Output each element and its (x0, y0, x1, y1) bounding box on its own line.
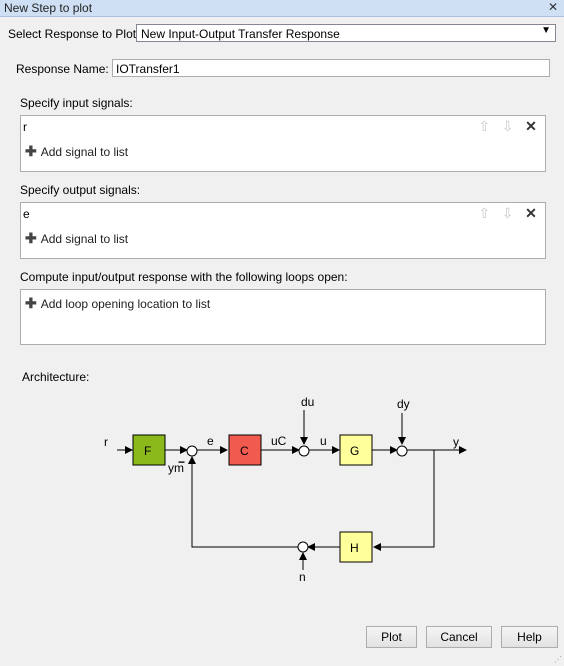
block-g-label: G (350, 444, 359, 458)
signal-y-label: y (453, 435, 459, 449)
sum-junction-3 (396, 445, 408, 457)
resize-grip-icon[interactable]: ⋰ (554, 655, 562, 664)
signal-du-label: du (301, 395, 314, 409)
sum-junction-4 (297, 541, 309, 553)
block-h-label: H (350, 541, 359, 555)
signal-e-label: e (207, 434, 214, 448)
signal-uc-label: uC (271, 434, 287, 448)
architecture-diagram: F C G H r e ym − uC u du dy y n (104, 395, 467, 584)
plot-button[interactable]: Plot (366, 626, 417, 648)
sum-junction-1 (186, 445, 198, 457)
signal-dy-label: dy (397, 397, 410, 411)
block-c-label: C (240, 444, 249, 458)
block-f-label: F (144, 444, 151, 458)
sum-junction-2 (298, 445, 310, 457)
signal-n-label: n (299, 570, 306, 584)
signal-u-label: u (320, 434, 327, 448)
signal-r-label: r (104, 435, 108, 449)
help-button[interactable]: Help (501, 626, 558, 648)
cancel-button[interactable]: Cancel (426, 626, 492, 648)
minus-sign: − (178, 455, 185, 469)
